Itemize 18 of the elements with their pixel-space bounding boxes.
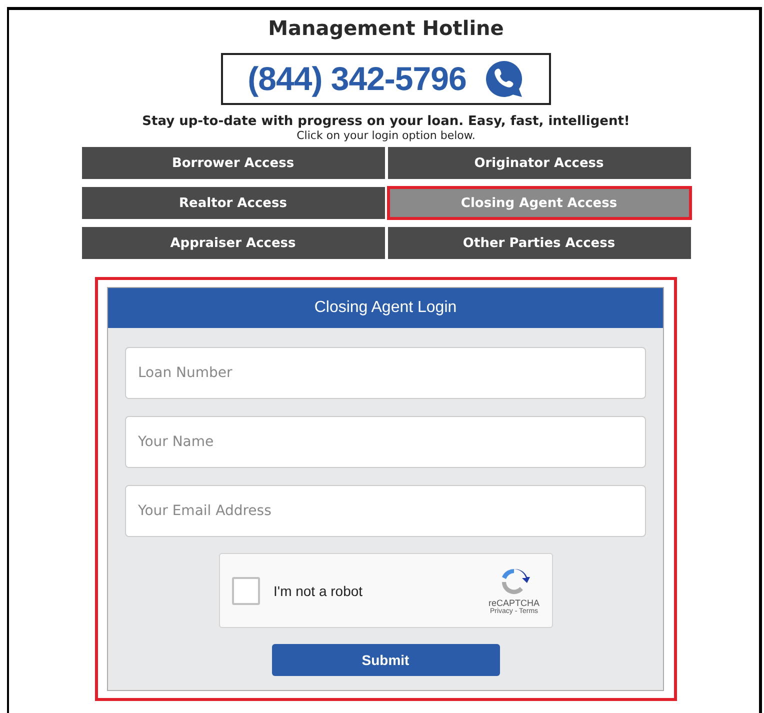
instruction-text: Click on your login option below. <box>296 129 476 142</box>
phone-icon <box>484 59 524 99</box>
captcha-label: I'm not a robot <box>274 582 364 598</box>
phone-number: (844) 342-5796 <box>248 60 466 98</box>
access-button[interactable]: Other Parties Access <box>388 227 690 259</box>
input-field[interactable]: Loan Number <box>125 347 646 399</box>
input-field[interactable]: Your Email Address <box>125 485 646 537</box>
access-button[interactable]: Borrower Access <box>82 147 384 179</box>
hotline-title: Management Hotline <box>268 16 504 40</box>
access-button[interactable]: Realtor Access <box>82 187 384 219</box>
access-button[interactable]: Originator Access <box>388 147 690 179</box>
submit-button[interactable]: Submit <box>272 644 500 676</box>
captcha-checkbox[interactable] <box>232 576 260 604</box>
access-button[interactable]: Appraiser Access <box>82 227 384 259</box>
tagline: Stay up-to-date with progress on your loan. Easy, fast, intelligent! <box>142 114 630 129</box>
login-title: Closing Agent Login <box>108 288 663 328</box>
captcha-brand: reCAPTCHA <box>488 598 540 608</box>
input-field[interactable]: Your Name <box>125 416 646 468</box>
